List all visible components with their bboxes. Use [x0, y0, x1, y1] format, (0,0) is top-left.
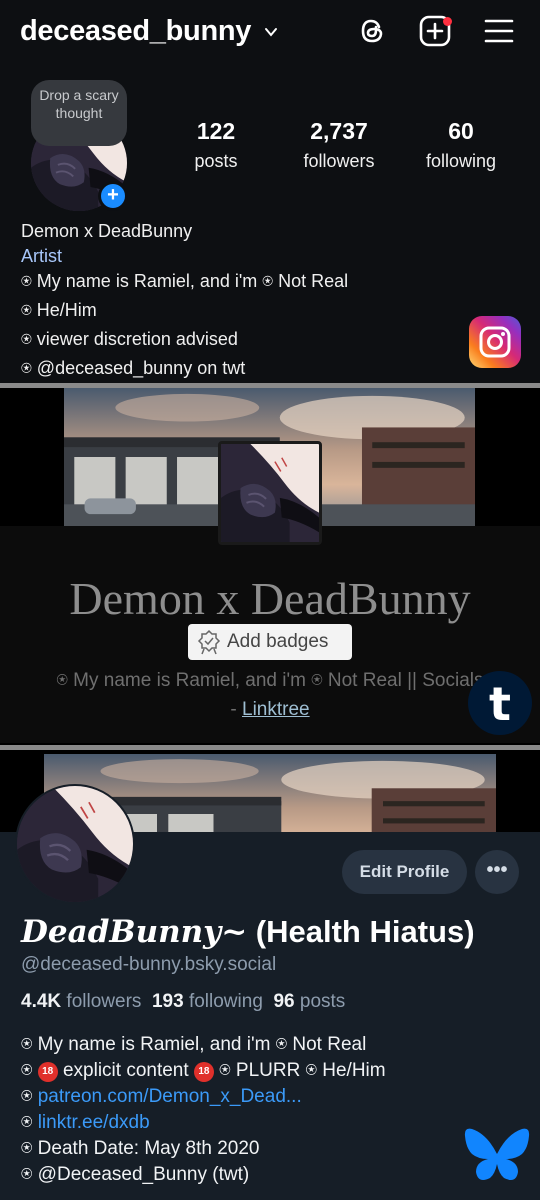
tumblr-profile: Demon x DeadBunny Add badges ⍟ My name i…	[0, 388, 540, 743]
blog-title: Demon x DeadBunny	[69, 573, 471, 624]
adult-content-icon: 18	[193, 1062, 214, 1082]
bio-line: ⍟ linktr.ee/dxdb	[21, 1112, 150, 1134]
stat-number: 122	[196, 118, 236, 144]
threads-icon[interactable]	[355, 14, 389, 48]
profile-avatar[interactable]	[15, 784, 135, 904]
bio-line: ⍟ Death Date: May 8th 2020	[21, 1138, 260, 1159]
linktree-link[interactable]: Linktree	[242, 699, 310, 720]
profile-stats: 4.4K followers 193 following 96 posts	[21, 991, 345, 1013]
banner-margin	[475, 388, 539, 526]
stat-label: followers	[66, 991, 142, 1012]
followers-link[interactable]: 4.4K followers	[21, 991, 141, 1012]
stat-label: posts	[299, 991, 346, 1012]
banner-margin	[0, 388, 64, 526]
display-name: DeadBunny~ (Health Hiatus)	[21, 914, 475, 950]
bio-text: ⍟	[21, 1060, 38, 1081]
description-text: ⍟ My name is Ramiel, and i'm ⍟ Not Real …	[56, 670, 484, 691]
bio-line: ⍟ viewer discretion advised	[21, 329, 238, 349]
stat-label: posts	[194, 151, 238, 171]
blog-avatar[interactable]	[218, 441, 322, 545]
note-bubble[interactable]: Drop a scary thought	[31, 80, 127, 146]
followers-count[interactable]: 2,737 followers	[279, 118, 399, 172]
following-count[interactable]: 60 following	[401, 118, 521, 172]
display-name-script: DeadBunny~	[21, 914, 248, 950]
profile-category: Artist	[21, 246, 63, 266]
bio-text: explicit content	[57, 1060, 194, 1081]
chevron-down-icon[interactable]	[263, 24, 279, 40]
bluesky-profile: Edit Profile ••• DeadBunny~ (Health Hiat…	[0, 754, 540, 1200]
bio-line: ⍟ patreon.com/Demon_x_Dead...	[21, 1086, 302, 1108]
username-switcher[interactable]: deceased_bunny	[20, 15, 251, 48]
stat-number: 60	[448, 118, 474, 144]
description-prefix: -	[230, 699, 242, 720]
instagram-profile: deceased_bunny Drop a scary thought + 12…	[0, 0, 540, 383]
bio-line: ⍟ 18 explicit content 18 ⍟ PLURR ⍟ He/Hi…	[21, 1060, 386, 1082]
bio-line: ⍟ My name is Ramiel, and i'm ⍟ Not Real	[21, 1034, 367, 1055]
patreon-link[interactable]: patreon.com/Demon_x_Dead...	[38, 1086, 302, 1107]
following-link[interactable]: 193 following	[152, 991, 263, 1012]
stat-label: following	[188, 991, 263, 1012]
bio-line: ⍟ @deceased_bunny on twt	[21, 358, 246, 378]
notification-dot	[443, 17, 452, 26]
stat-number: 193	[151, 991, 184, 1012]
instagram-top-bar: deceased_bunny	[0, 0, 540, 70]
linktree-link[interactable]: linktr.ee/dxdb	[38, 1112, 150, 1133]
add-badges-label: Add badges	[227, 631, 329, 652]
bluesky-butterfly-icon	[464, 1128, 530, 1180]
posts-count[interactable]: 122 posts	[156, 118, 276, 172]
bio-line: ⍟ @Deceased_Bunny (twt)	[21, 1164, 250, 1185]
edit-profile-button[interactable]: Edit Profile	[342, 850, 467, 894]
menu-icon[interactable]	[482, 14, 516, 48]
bio-text: ⍟	[21, 1086, 38, 1107]
add-badges-button[interactable]: Add badges	[188, 624, 352, 660]
stat-label: following	[425, 151, 497, 171]
stat-number: 96	[273, 991, 295, 1012]
description-line-2: - Linktree	[0, 695, 540, 724]
section-divider	[0, 745, 540, 750]
add-story-icon[interactable]: +	[98, 181, 128, 211]
more-options-button[interactable]: •••	[475, 850, 519, 894]
tumblr-logo: t	[468, 671, 532, 735]
tumblr-logo-letter: t	[489, 677, 511, 731]
bio-line: ⍟ He/Him	[21, 300, 97, 320]
handle: @deceased-bunny.bsky.social	[21, 954, 277, 975]
stat-number: 4.4K	[21, 991, 62, 1012]
instagram-logo	[469, 316, 521, 368]
blog-description: ⍟ My name is Ramiel, and i'm ⍟ Not Real …	[0, 666, 540, 724]
adult-content-icon: 18	[37, 1062, 58, 1082]
bio-text: ⍟	[21, 1112, 38, 1133]
posts-count: 96 posts	[273, 991, 345, 1012]
bio-text: ⍟ PLURR ⍟ He/Him	[213, 1060, 386, 1081]
profile-name: Demon x DeadBunny	[21, 221, 193, 241]
display-name-rest: (Health Hiatus)	[247, 914, 475, 949]
stat-number: 2,737	[310, 118, 368, 144]
stat-label: followers	[303, 151, 375, 171]
badge-icon	[197, 629, 221, 655]
bio-line: ⍟ My name is Ramiel, and i'm ⍟ Not Real	[21, 271, 349, 291]
profile-avatar[interactable]: Drop a scary thought +	[31, 80, 128, 211]
